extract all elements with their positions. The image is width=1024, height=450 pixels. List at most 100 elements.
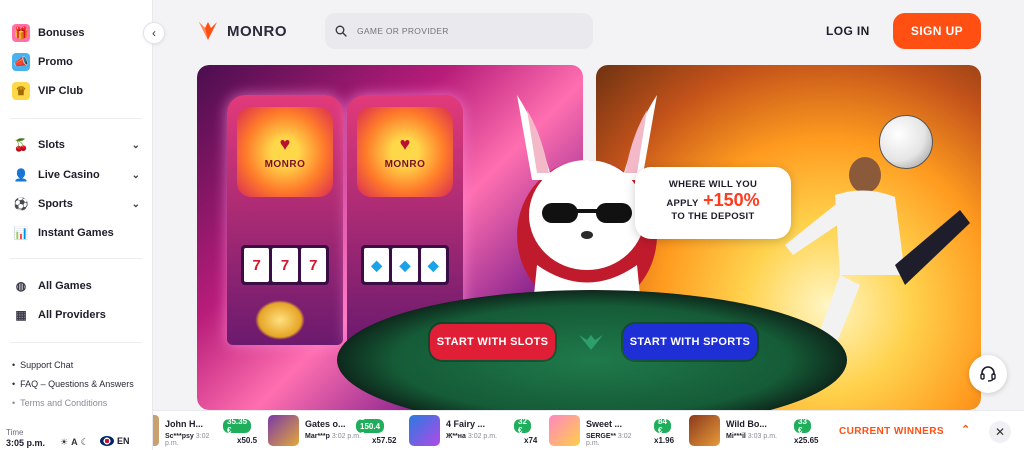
sidebar-item-promo[interactable]: 📣 Promo <box>12 53 140 71</box>
signup-button[interactable]: SIGN UP <box>893 13 981 49</box>
search-icon <box>335 25 347 37</box>
moon-icon: ☾ <box>80 437 89 447</box>
theme-toggle[interactable]: ☀ A ☾ <box>60 437 89 448</box>
winner-item[interactable]: John H... Sc***psy 3:02 p.m. 35.35 € x50… <box>153 415 257 447</box>
game-thumbnail <box>268 415 299 446</box>
sidebar-item-label: VIP Club <box>38 85 84 97</box>
all-providers-icon: ▦ <box>15 308 27 322</box>
game-thumbnail <box>549 415 580 446</box>
winner-item[interactable]: Sweet ... SERGE** 3:02 p.m. 84 € x1.96 <box>549 415 674 447</box>
support-chat-link[interactable]: • Support Chat <box>12 360 73 370</box>
bullet-icon: • <box>12 360 16 370</box>
game-thumbnail <box>153 415 159 446</box>
close-icon[interactable]: ✕ <box>989 421 1011 443</box>
sidebar-item-vip-club[interactable]: ♛ VIP Club <box>12 82 140 100</box>
diamond-icon: ◆ <box>392 248 418 282</box>
bullet-icon: • <box>12 379 16 389</box>
faq-link[interactable]: • FAQ – Questions & Answers <box>12 379 134 389</box>
promo-apply-label: APPLY <box>666 198 699 209</box>
start-with-slots-button[interactable]: START WITH SLOTS <box>430 324 555 360</box>
winner-amount-badge: 32 € <box>514 417 531 435</box>
sidebar-item-slots[interactable]: 🍒 Slots ⌄ <box>12 136 140 154</box>
chevron-down-icon: ⌄ <box>131 139 140 151</box>
promo-headline: WHERE WILL YOU <box>668 179 758 190</box>
chevron-down-icon: ⌄ <box>131 198 140 210</box>
sidebar-divider <box>10 118 142 119</box>
chevron-up-icon[interactable]: ⌃ <box>961 423 970 436</box>
sidebar-item-bonuses[interactable]: 🎁 Bonuses <box>12 24 140 42</box>
winner-user: Sc***psy 3:02 p.m. <box>165 433 210 447</box>
winner-game-name: Wild Bo... <box>726 419 767 429</box>
winner-multiplier: x74 <box>524 436 538 445</box>
sun-icon: ☀ <box>60 437 69 447</box>
winner-game-name: Sweet ... <box>586 419 623 429</box>
login-button[interactable]: LOG IN <box>826 24 870 38</box>
game-thumbnail <box>409 415 440 446</box>
winner-item[interactable]: 4 Fairy ... Ж**на 3:02 p.m. 32 € x74 <box>409 415 537 447</box>
winner-user: Ж**на 3:02 p.m. <box>446 433 498 440</box>
winner-amount-badge: 84 € <box>654 417 671 435</box>
monro-logo-icon <box>199 22 217 40</box>
sidebar-item-label: Live Casino <box>38 169 100 181</box>
sidebar-collapse-button[interactable]: ‹ <box>143 22 165 44</box>
coin-stack-illustration <box>255 300 305 340</box>
uk-flag-icon <box>100 436 114 446</box>
winner-user: Mi***il 3:03 p.m. <box>726 433 777 440</box>
winners-ticker: John H... Sc***psy 3:02 p.m. 35.35 € x50… <box>153 410 1024 450</box>
diamond-icon: ◆ <box>420 248 446 282</box>
monro-logo-icon: ♥ <box>279 134 291 154</box>
font-size-toggle[interactable]: A <box>71 437 78 448</box>
sidebar-item-live-casino[interactable]: 👤 Live Casino ⌄ <box>12 166 140 184</box>
search-bar[interactable] <box>325 13 593 49</box>
monro-logo-icon <box>579 335 603 350</box>
slot-machine-topper: ♥ MONRO <box>237 107 333 197</box>
instant-games-icon: 📊 <box>13 226 29 240</box>
slot-machine-topper: ♥ MONRO <box>357 107 453 197</box>
sidebar-item-instant-games[interactable]: 📊 Instant Games <box>12 224 140 242</box>
language-selector[interactable]: EN <box>100 436 130 446</box>
winner-item[interactable]: Wild Bo... Mi***il 3:03 p.m. 33 € x25.65 <box>689 415 818 447</box>
winner-item[interactable]: Gates o... Mar***p 3:02 p.m. 1 150.4 € x… <box>268 413 396 447</box>
terms-label: Terms and Conditions <box>20 398 108 408</box>
current-winners-label[interactable]: CURRENT WINNERS <box>839 426 944 437</box>
winner-multiplier: x57.52 <box>372 436 397 445</box>
promo-icon: 📣 <box>12 53 30 71</box>
slots-icon: 🍒 <box>13 138 29 152</box>
terms-link[interactable]: • Terms and Conditions <box>12 398 107 408</box>
start-with-sports-button[interactable]: START WITH SPORTS <box>623 324 757 360</box>
winner-game-name: John H... <box>165 419 203 429</box>
sidebar-item-label: All Providers <box>38 309 106 321</box>
headset-icon <box>980 366 996 382</box>
winner-multiplier: x25.65 <box>794 436 819 445</box>
hero-banner: ♥ MONRO 7 7 7 ♥ MONRO ◆ ◆ ◆ WHERE WILL Y… <box>197 65 981 410</box>
support-chat-button[interactable] <box>969 355 1007 393</box>
support-chat-label: Support Chat <box>20 360 74 370</box>
sidebar-item-label: Sports <box>38 198 73 210</box>
chevron-left-icon: ‹ <box>152 26 156 40</box>
winner-amount-badge: 35.35 € <box>223 417 252 435</box>
seven-icon: 7 <box>300 248 326 282</box>
sidebar: 🎁 Bonuses 📣 Promo ♛ VIP Club 🍒 Slots ⌄ 👤… <box>0 0 153 450</box>
search-input[interactable] <box>357 26 557 36</box>
live-casino-icon: 👤 <box>13 168 29 182</box>
winner-user: Mar***p 3:02 p.m. <box>305 433 362 440</box>
sidebar-item-all-games[interactable]: ◍ All Games <box>12 277 140 295</box>
sidebar-divider <box>10 342 142 343</box>
brand-logo[interactable]: MONRO <box>197 18 287 44</box>
chevron-down-icon: ⌄ <box>131 169 140 181</box>
sidebar-item-sports[interactable]: ⚽ Sports ⌄ <box>12 195 140 213</box>
sidebar-item-all-providers[interactable]: ▦ All Providers <box>12 306 140 324</box>
deposit-bonus-promo: WHERE WILL YOU APPLY +150% TO THE DEPOSI… <box>635 167 791 239</box>
bullet-icon: • <box>12 398 16 408</box>
slot-reels: ◆ ◆ ◆ <box>361 245 449 285</box>
winner-amount-badge: 33 € <box>794 417 811 435</box>
winner-multiplier: x1.96 <box>654 436 675 445</box>
winner-user: SERGE** 3:02 p.m. <box>586 433 632 447</box>
time-value: 3:05 p.m. <box>6 438 46 448</box>
sidebar-item-label: Slots <box>38 139 65 151</box>
monro-logo-icon: ♥ <box>399 134 411 154</box>
crown-icon: ♛ <box>12 82 30 100</box>
language-label: EN <box>117 436 130 446</box>
sidebar-item-label: Instant Games <box>38 227 114 239</box>
sidebar-item-label: Promo <box>38 56 73 68</box>
